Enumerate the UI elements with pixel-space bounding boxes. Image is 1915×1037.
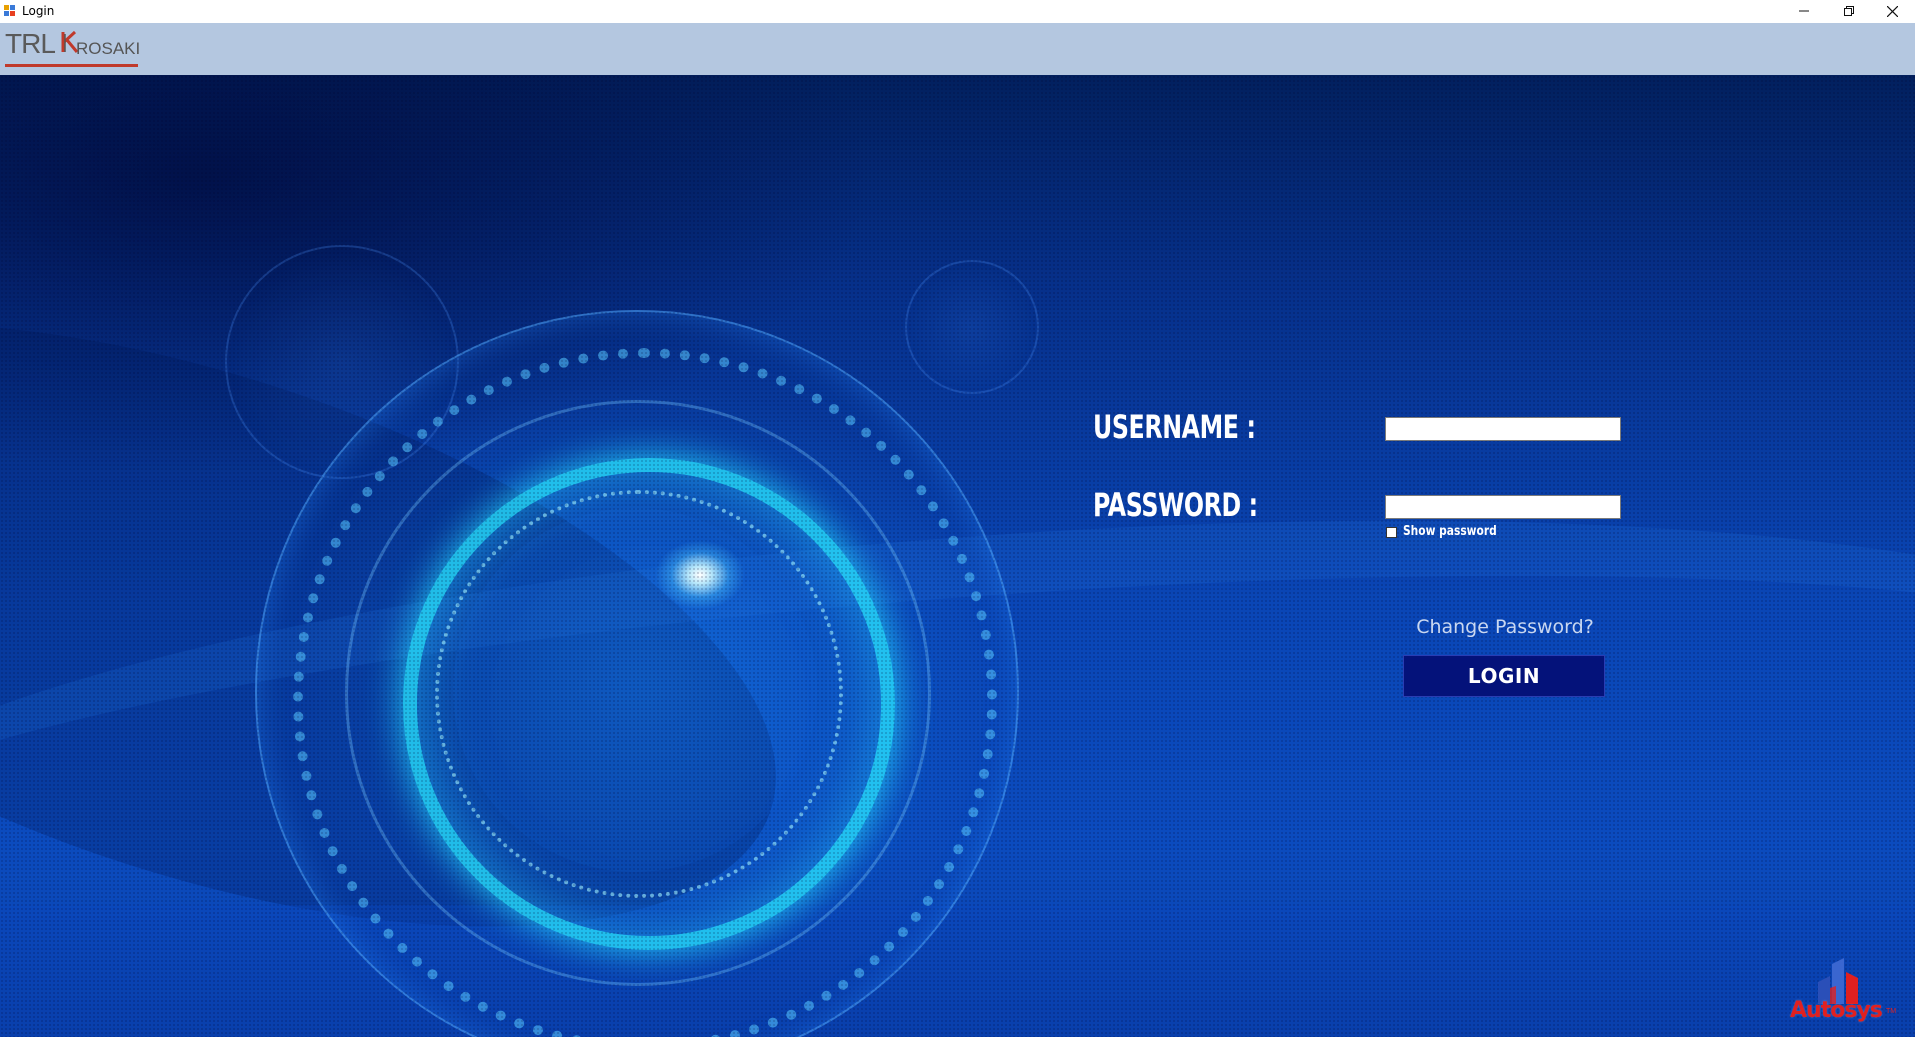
- bokeh-circle: [225, 245, 459, 479]
- autosys-trademark: TM: [1886, 1008, 1897, 1015]
- show-password-label: Show password: [1403, 524, 1497, 539]
- minimize-icon: [1799, 10, 1809, 12]
- window-titlebar: Login: [0, 0, 1915, 24]
- background-band: [0, 905, 1915, 1037]
- show-password-checkbox[interactable]: [1386, 527, 1397, 538]
- close-button[interactable]: [1869, 0, 1915, 22]
- change-password-link[interactable]: Change Password?: [1402, 616, 1608, 638]
- autosys-text: Autosys: [1790, 998, 1883, 1023]
- logo-krosaki-text: ROSAKI: [76, 39, 141, 58]
- logo-underline: [5, 64, 138, 67]
- login-button[interactable]: LOGIN: [1403, 655, 1605, 697]
- password-input[interactable]: [1385, 495, 1621, 519]
- window-title: Login: [22, 4, 55, 18]
- background-wave: [0, 201, 848, 1037]
- logo-trl-text: TRL: [5, 28, 56, 59]
- bokeh-circle: [905, 260, 1039, 394]
- header-bar: TRL ROSAKI: [0, 23, 1915, 75]
- app-icon: [4, 5, 15, 16]
- password-label: PASSWORD :: [1093, 486, 1258, 524]
- restore-icon: [1844, 6, 1854, 16]
- light-flare: [655, 540, 745, 610]
- close-icon: [1886, 5, 1898, 17]
- trl-krosaki-logo: TRL ROSAKI: [5, 27, 141, 69]
- glowing-ring-graphic: [255, 310, 1019, 1037]
- autosys-logo: Autosys TM: [1790, 958, 1896, 1030]
- minimize-button[interactable]: [1781, 0, 1827, 22]
- username-label: USERNAME :: [1093, 408, 1256, 446]
- background-artwork: [0, 75, 1915, 1037]
- background-wave: [0, 451, 1915, 1037]
- restore-button[interactable]: [1826, 0, 1872, 22]
- username-input[interactable]: [1385, 417, 1621, 441]
